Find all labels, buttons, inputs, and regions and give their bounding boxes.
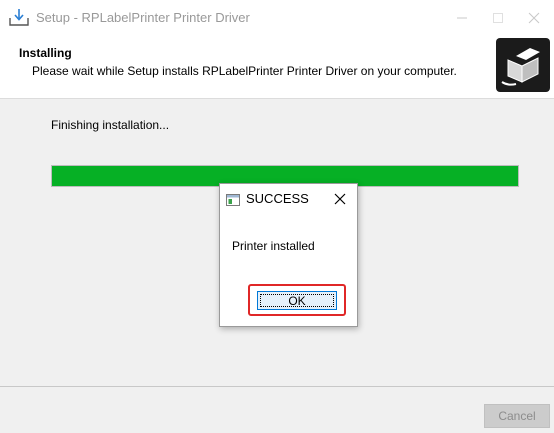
wizard-header: Installing Please wait while Setup insta… (0, 36, 554, 99)
header-title: Installing (19, 46, 72, 60)
close-button[interactable] (514, 3, 554, 33)
maximize-button[interactable] (478, 3, 518, 33)
focus-rect (260, 294, 334, 307)
title-bar: Setup - RPLabelPrinter Printer Driver (0, 0, 554, 36)
cancel-button[interactable]: Cancel (484, 404, 550, 428)
footer-divider (0, 386, 554, 387)
dialog-close-icon[interactable] (331, 190, 349, 208)
ok-button[interactable]: OK (257, 291, 337, 310)
app-window-icon (226, 193, 240, 206)
status-text: Finishing installation... (51, 118, 170, 132)
header-subtitle: Please wait while Setup installs RPLabel… (32, 64, 457, 78)
printer-box-icon (494, 36, 552, 94)
dialog-title: SUCCESS (246, 191, 309, 206)
window-title: Setup - RPLabelPrinter Printer Driver (36, 10, 250, 25)
dialog-message: Printer installed (232, 239, 315, 253)
success-dialog: SUCCESS Printer installed OK (219, 183, 358, 327)
install-download-icon (8, 8, 30, 28)
minimize-button[interactable] (442, 3, 482, 33)
ok-button-highlight: OK (248, 284, 346, 316)
